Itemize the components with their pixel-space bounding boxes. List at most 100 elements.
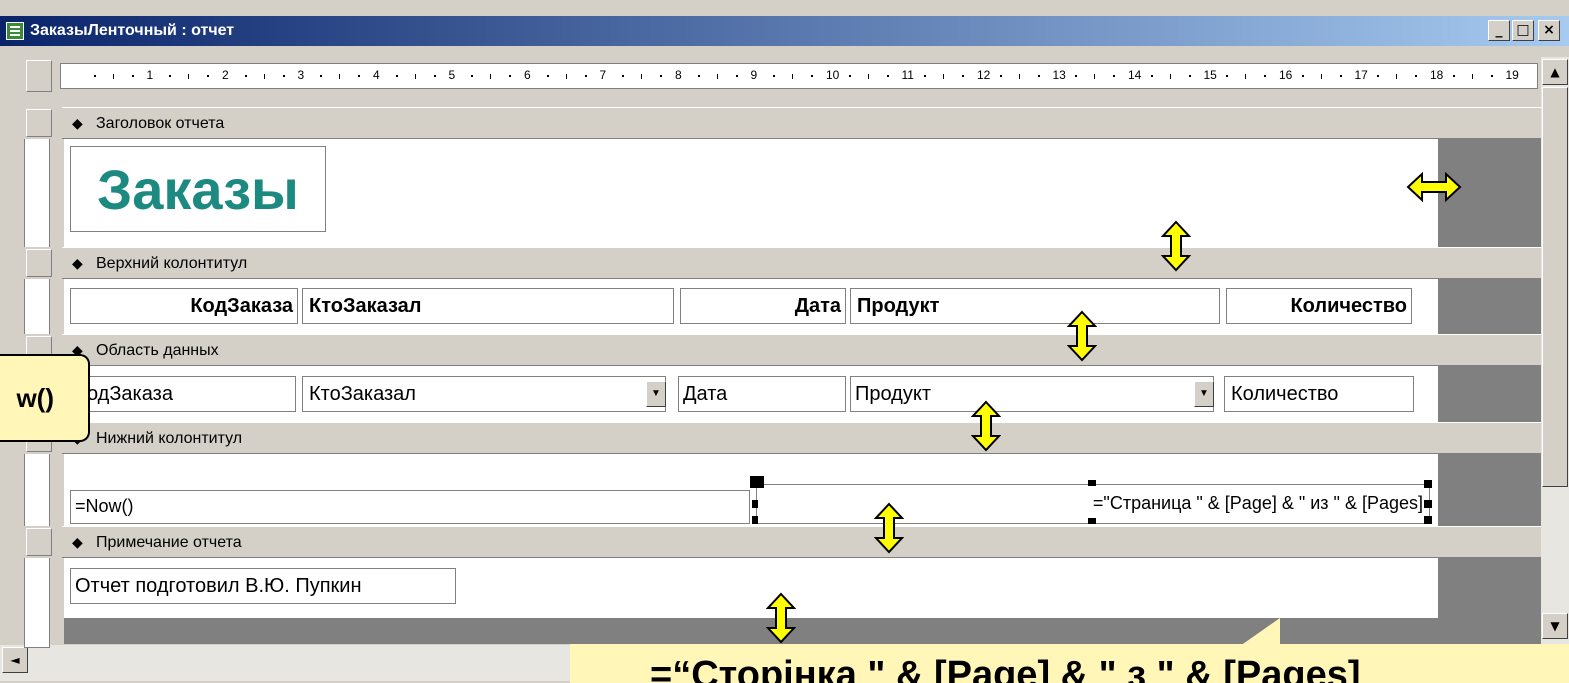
ruler-number: 8 bbox=[675, 68, 682, 82]
section-bar-report-footer[interactable]: ◆ Примечание отчета bbox=[24, 526, 1541, 558]
ruler-number: 6 bbox=[524, 68, 531, 82]
resize-handle[interactable] bbox=[752, 516, 758, 524]
section-label: Примечание отчета bbox=[96, 534, 242, 551]
horizontal-resize-arrow-icon bbox=[1406, 172, 1462, 202]
ruler-number: 7 bbox=[599, 68, 607, 82]
ruler-dot bbox=[433, 75, 436, 77]
report-title-label[interactable]: Заказы bbox=[70, 146, 326, 232]
ruler-dot bbox=[1037, 75, 1040, 77]
ruler-number: 3 bbox=[297, 68, 305, 82]
section-bar[interactable]: ◆ Верхний колонтитул bbox=[62, 247, 1541, 279]
scroll-down-button[interactable]: ▼ bbox=[1542, 613, 1568, 639]
ruler-dot bbox=[697, 75, 700, 77]
field-now[interactable]: =Now() bbox=[70, 490, 750, 524]
section-bar[interactable]: ◆ Нижний колонтитул bbox=[62, 422, 1541, 454]
section-arrow-icon: ◆ bbox=[72, 115, 83, 131]
ruler-tick bbox=[1094, 74, 1096, 79]
ruler-dot bbox=[962, 75, 965, 77]
close-button[interactable]: × bbox=[1538, 20, 1560, 41]
label-product[interactable]: Продукт bbox=[850, 288, 1220, 324]
label-date[interactable]: Дата bbox=[680, 288, 846, 324]
ruler-dot bbox=[1377, 75, 1380, 77]
ruler-dot bbox=[1301, 75, 1304, 77]
unused-area bbox=[1438, 454, 1541, 526]
ruler-dot bbox=[886, 75, 889, 77]
ruler-tick bbox=[792, 74, 794, 79]
label-order-id[interactable]: КодЗаказа bbox=[70, 288, 298, 324]
ruler-dot bbox=[509, 75, 512, 77]
section-selector[interactable] bbox=[26, 109, 52, 137]
ruler-tick bbox=[1471, 74, 1473, 79]
ruler-dot bbox=[1490, 75, 1493, 77]
ruler-tick bbox=[263, 74, 265, 79]
resize-handle[interactable] bbox=[1088, 480, 1096, 486]
ruler-dot bbox=[1339, 75, 1342, 77]
ruler-number: 15 bbox=[1203, 68, 1217, 82]
ruler-number: 1 bbox=[146, 68, 154, 82]
ruler-dot bbox=[320, 75, 323, 77]
callout-tail bbox=[1240, 618, 1280, 646]
ruler-tick bbox=[943, 74, 945, 79]
field-date[interactable]: Дата bbox=[678, 376, 846, 412]
scroll-left-button[interactable]: ◄ bbox=[2, 647, 28, 673]
ruler-number: 9 bbox=[750, 68, 758, 82]
field-product[interactable]: Продукт bbox=[850, 376, 1214, 412]
ruler-dot bbox=[848, 75, 851, 77]
ruler-tick bbox=[339, 74, 341, 79]
field-quantity[interactable]: Количество bbox=[1224, 376, 1414, 412]
ruler-corner[interactable] bbox=[26, 60, 52, 92]
title-bar[interactable]: ЗаказыЛенточный : отчет _ □ × bbox=[0, 16, 1569, 46]
section-bar[interactable]: ◆ Примечание отчета bbox=[62, 526, 1541, 558]
ruler-tick bbox=[1245, 74, 1247, 79]
horizontal-scrollbar[interactable]: ◄ bbox=[0, 645, 660, 681]
callout-page-expression: =“Сторінка " & [Page] & " з " & [Pages] bbox=[570, 644, 1569, 683]
section-label: Верхний колонтитул bbox=[96, 255, 248, 272]
field-order-id[interactable]: одЗаказа bbox=[70, 376, 296, 412]
resize-handle[interactable] bbox=[1088, 518, 1096, 524]
product-dropdown-button[interactable]: ▼ bbox=[1194, 381, 1214, 407]
ruler-tick bbox=[1018, 74, 1020, 79]
ruler-dot bbox=[546, 75, 549, 77]
ruler-number: 4 bbox=[373, 68, 380, 82]
window-title: ЗаказыЛенточный : отчет bbox=[30, 22, 235, 39]
resize-handle[interactable] bbox=[1424, 500, 1432, 508]
section-bar-detail[interactable]: ◆ Область данных bbox=[24, 334, 1541, 366]
resize-handle[interactable] bbox=[752, 500, 758, 508]
resize-handle[interactable] bbox=[1424, 480, 1432, 488]
unused-area bbox=[1438, 558, 1541, 618]
ruler-number: 19 bbox=[1505, 68, 1519, 82]
ruler-tick bbox=[1169, 74, 1171, 79]
ruler-number: 10 bbox=[826, 68, 840, 82]
resize-handle[interactable] bbox=[750, 476, 764, 488]
section-bar-page-header[interactable]: ◆ Верхний колонтитул bbox=[24, 247, 1541, 279]
ruler-tick bbox=[490, 74, 492, 79]
label-quantity[interactable]: Количество bbox=[1226, 288, 1412, 324]
ruler-dot bbox=[282, 75, 285, 77]
section-bar-report-header[interactable]: ◆ Заголовок отчета bbox=[24, 107, 1541, 139]
ruler-tick bbox=[641, 74, 643, 79]
customer-dropdown-button[interactable]: ▼ bbox=[646, 381, 666, 407]
ruler-dot bbox=[1226, 75, 1229, 77]
ruler-dot bbox=[999, 75, 1002, 77]
ruler-dot bbox=[735, 75, 738, 77]
minimize-button[interactable]: _ bbox=[1488, 20, 1510, 41]
field-customer[interactable]: КтоЗаказал bbox=[302, 376, 666, 412]
ruler-dot bbox=[131, 75, 134, 77]
section-bar[interactable]: ◆ Область данных bbox=[62, 334, 1541, 366]
label-customer[interactable]: КтоЗаказал bbox=[302, 288, 674, 324]
label-prepared-by[interactable]: Отчет подготовил В.Ю. Пупкин bbox=[70, 568, 456, 604]
section-selector[interactable] bbox=[26, 528, 52, 556]
section-bar[interactable]: ◆ Заголовок отчета bbox=[62, 107, 1541, 139]
callout-text: =“Сторінка " & [Page] & " з " & [Pages] bbox=[650, 654, 1361, 683]
scroll-thumb[interactable] bbox=[1542, 87, 1568, 487]
section-label: Область данных bbox=[96, 342, 219, 359]
vertical-scrollbar[interactable]: ▲ ▼ bbox=[1541, 57, 1569, 655]
horizontal-ruler[interactable]: 1 2 3 4 5 6 7 8 9 10 11 12 13 14 15 16 17 18 19 bbox=[60, 63, 1538, 89]
ruler-dot bbox=[244, 75, 247, 77]
section-bar-page-footer[interactable]: ◆ Нижний колонтитул bbox=[24, 422, 1541, 454]
section-selector[interactable] bbox=[26, 249, 52, 277]
ruler-dot bbox=[1188, 75, 1191, 77]
resize-handle[interactable] bbox=[1424, 516, 1432, 524]
maximize-button[interactable]: □ bbox=[1512, 20, 1534, 41]
scroll-up-button[interactable]: ▲ bbox=[1542, 59, 1568, 85]
